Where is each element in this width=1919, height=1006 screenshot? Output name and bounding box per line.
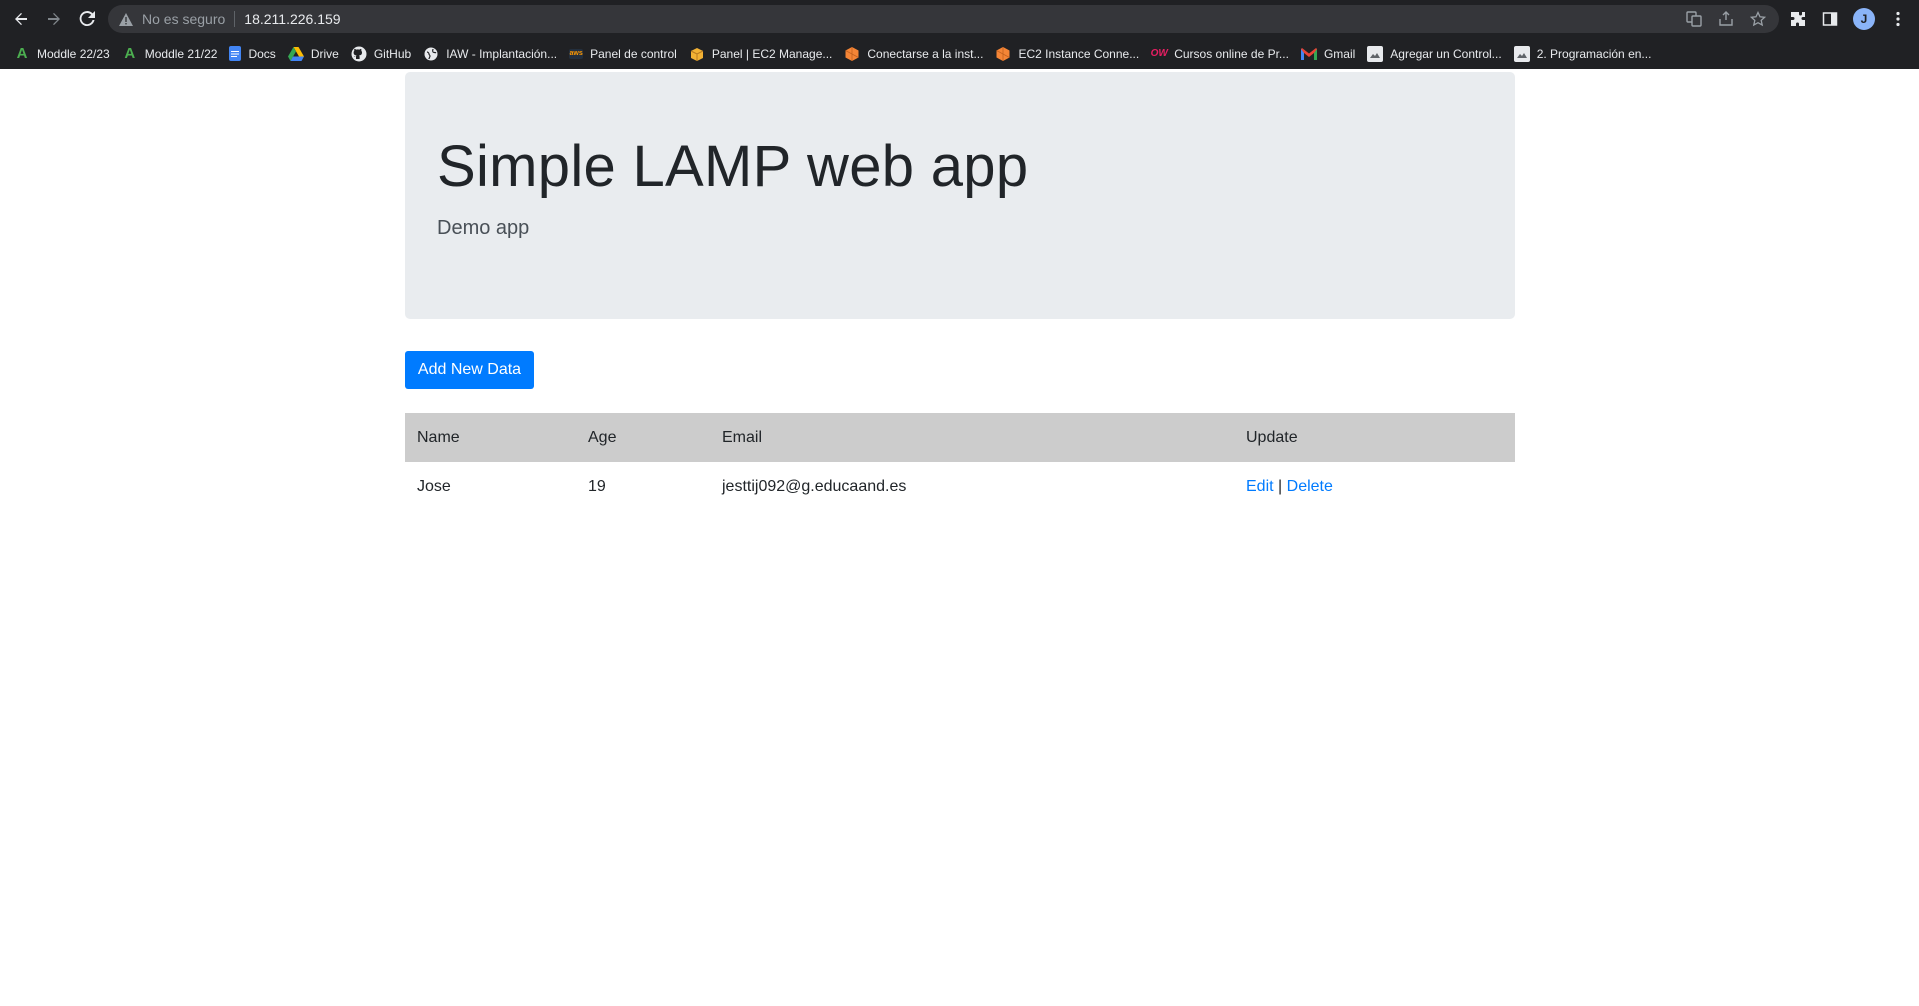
more-menu-icon[interactable] — [1889, 10, 1907, 28]
bookmarks-bar: A Moddle 22/23 A Moddle 21/22 Docs Drive… — [0, 38, 1919, 69]
cell-update: Edit | Delete — [1234, 462, 1515, 512]
bookmark-drive[interactable]: Drive — [284, 42, 347, 66]
forward-button[interactable] — [42, 7, 66, 31]
address-bar[interactable]: No es seguro 18.211.226.159 — [108, 5, 1779, 33]
bookmark-label: Panel de control — [590, 46, 677, 61]
warning-icon — [118, 11, 134, 27]
bookmark-label: Moddle 22/23 — [37, 46, 110, 61]
side-panel-icon[interactable] — [1821, 10, 1839, 28]
bookmark-label: GitHub — [373, 46, 412, 61]
cell-email: jesttij092@g.educaand.es — [722, 478, 907, 495]
bookmark-agregar-control[interactable]: Agregar un Control... — [1363, 42, 1509, 66]
column-header-email: Email — [710, 413, 1234, 462]
globe-icon — [423, 46, 439, 62]
bookmark-label: Docs — [248, 46, 276, 61]
bookmark-label: Moddle 21/22 — [144, 46, 218, 61]
bookmark-iaw[interactable]: IAW - Implantación... — [419, 42, 565, 66]
extensions-icon[interactable] — [1789, 10, 1807, 28]
omnibox-divider — [234, 11, 236, 27]
data-table: Name Age Email Update Jose 19 jesttij092… — [405, 413, 1515, 512]
box-icon — [689, 46, 705, 62]
bookmark-gmail[interactable]: Gmail — [1297, 42, 1363, 66]
bookmark-panel-control[interactable]: aws Panel de control — [565, 42, 685, 66]
ec2-icon — [844, 46, 860, 62]
bookmark-label: Panel | EC2 Manage... — [711, 46, 833, 61]
moodle-icon: A — [16, 45, 28, 62]
page-icon — [1513, 45, 1530, 62]
cell-age: 19 — [588, 478, 606, 495]
bookmark-moodle-2223[interactable]: A Moddle 22/23 — [10, 42, 118, 66]
edit-link[interactable]: Edit — [1246, 478, 1274, 495]
link-separator: | — [1278, 478, 1283, 495]
gmail-icon — [1300, 46, 1317, 62]
bookmark-star-icon[interactable] — [1749, 10, 1767, 28]
browser-chrome: No es seguro 18.211.226.159 J A Moddle 2… — [0, 0, 1919, 69]
share-icon[interactable] — [1717, 10, 1735, 28]
ow-icon: OW — [1150, 48, 1168, 59]
add-new-data-button[interactable]: Add New Data — [405, 351, 534, 389]
forward-arrow-icon — [48, 13, 60, 25]
web-page: Simple LAMP web app Demo app Add New Dat… — [0, 69, 1919, 1006]
back-arrow-icon — [15, 13, 27, 25]
browser-toolbar: No es seguro 18.211.226.159 J — [0, 0, 1919, 38]
column-header-update: Update — [1234, 413, 1515, 462]
table-header-row: Name Age Email Update — [405, 413, 1515, 462]
bookmark-label: Agregar un Control... — [1390, 46, 1502, 61]
bookmark-docs[interactable]: Docs — [225, 42, 283, 66]
url-text[interactable]: 18.211.226.159 — [244, 11, 340, 27]
bookmark-label: 2. Programación en... — [1536, 46, 1652, 61]
bookmark-label: Gmail — [1323, 46, 1356, 61]
bookmark-label: EC2 Instance Conne... — [1018, 46, 1140, 61]
bookmark-moodle-2122[interactable]: A Moddle 21/22 — [118, 42, 226, 66]
moodle-icon: A — [124, 45, 136, 62]
table-row: Jose 19 jesttij092@g.educaand.es Edit | … — [405, 462, 1515, 512]
column-header-name: Name — [405, 413, 576, 462]
bookmark-panel-ec2[interactable]: Panel | EC2 Manage... — [685, 42, 841, 66]
bookmark-programacion[interactable]: 2. Programación en... — [1510, 42, 1660, 66]
aws-icon: aws — [569, 48, 584, 59]
bookmark-label: Cursos online de Pr... — [1174, 46, 1289, 61]
bookmark-conectarse[interactable]: Conectarse a la inst... — [840, 42, 991, 66]
docs-icon — [229, 46, 242, 61]
back-button[interactable] — [9, 7, 33, 31]
page-subtitle: Demo app — [437, 217, 530, 239]
reload-button[interactable] — [75, 7, 99, 31]
security-label[interactable]: No es seguro — [142, 11, 225, 27]
reload-icon — [79, 11, 95, 27]
bookmark-label: Conectarse a la inst... — [867, 46, 984, 61]
github-icon — [351, 46, 367, 62]
drive-icon — [287, 46, 304, 62]
translate-icon[interactable] — [1685, 10, 1703, 28]
page-title: Simple LAMP web app — [437, 134, 1029, 199]
column-header-age: Age — [576, 413, 710, 462]
cell-name: Jose — [417, 478, 451, 495]
bookmark-github[interactable]: GitHub — [347, 42, 419, 66]
bookmark-ec2-connect[interactable]: EC2 Instance Conne... — [991, 42, 1147, 66]
page-icon — [1367, 45, 1384, 62]
jumbotron: Simple LAMP web app Demo app — [405, 72, 1515, 319]
bookmark-label: Drive — [310, 46, 339, 61]
profile-avatar[interactable]: J — [1853, 8, 1875, 30]
bookmark-cursos[interactable]: OW Cursos online de Pr... — [1147, 42, 1297, 66]
ec2-icon — [995, 46, 1011, 62]
delete-link[interactable]: Delete — [1287, 478, 1333, 495]
bookmark-label: IAW - Implantación... — [446, 46, 558, 61]
